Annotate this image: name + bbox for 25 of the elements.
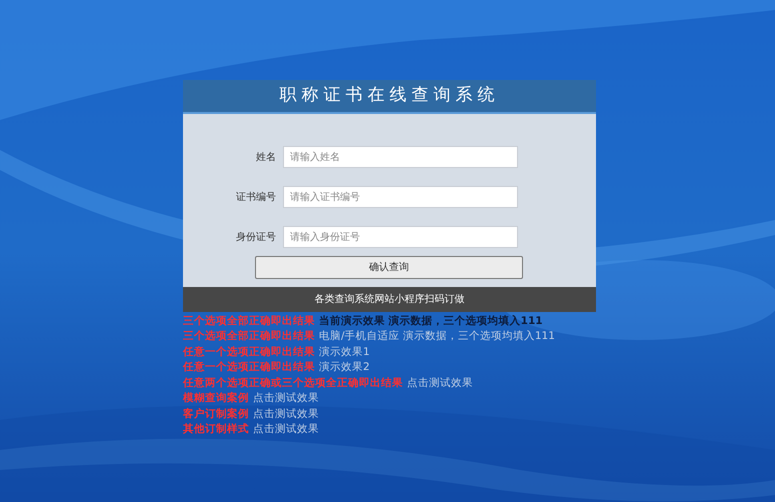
field-label: 身份证号	[235, 230, 277, 244]
demo-link[interactable]: 点击测试效果	[407, 376, 473, 392]
demo-caption: 任意一个选项正确即出结果	[183, 360, 315, 376]
input-field[interactable]: 请输入证书编号	[283, 186, 518, 208]
demo-caption: 三个选项全部正确即出结果	[183, 314, 315, 329]
demo-link[interactable]: 点击测试效果	[253, 422, 319, 438]
demo-link[interactable]: 电脑/手机自适应 演示数据，三个选项均填入111	[319, 329, 555, 346]
footer-text: 各类查询系统网站小程序扫码订做	[314, 292, 464, 307]
demo-caption: 模糊查询案例	[183, 391, 249, 406]
demo-caption: 三个选项全部正确即出结果	[183, 329, 315, 344]
demo-link[interactable]: 点击测试效果	[253, 406, 319, 423]
demo-caption: 任意两个选项正确或三个选项全正确即出结果	[183, 376, 403, 391]
demo-caption: 客户订制案例	[183, 406, 249, 422]
demo-caption: 其他订制样式	[183, 422, 249, 438]
demo-caption: 任意一个选项正确即出结果	[183, 344, 315, 360]
demo-link[interactable]: 演示效果2	[319, 360, 370, 376]
field-label: 姓名	[255, 150, 277, 164]
panel-title: 职称证书在线查询系统	[280, 84, 500, 108]
field-label: 证书编号	[235, 190, 277, 204]
demo-link[interactable]: 当前演示效果 演示数据，三个选项均填入111	[319, 314, 543, 330]
input-field[interactable]: 请输入姓名	[283, 146, 518, 168]
demo-link[interactable]: 点击测试效果	[253, 391, 319, 408]
demo-link[interactable]: 演示效果1	[319, 344, 370, 361]
submit-button[interactable]: 确认查询	[255, 256, 523, 279]
input-field[interactable]: 请输入身份证号	[283, 226, 518, 248]
